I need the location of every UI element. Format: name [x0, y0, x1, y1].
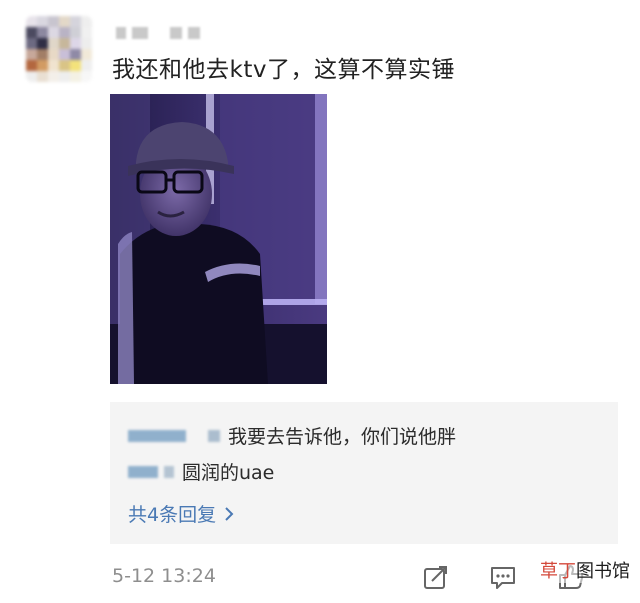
share-icon [424, 566, 447, 589]
more-replies-label: 共4条回复 [128, 504, 217, 526]
reply-author-redacted[interactable] [128, 429, 220, 442]
reply-author-redacted[interactable] [128, 465, 174, 478]
comment-icon [491, 567, 515, 589]
post-text: 我还和他去ktv了，这算不算实锤 [112, 57, 455, 83]
comment-button[interactable] [488, 562, 518, 592]
reply-text: 圆润的uae [182, 462, 275, 484]
username-redacted[interactable] [116, 26, 220, 40]
share-button[interactable] [421, 562, 451, 592]
post-timestamp: 5-12 13:24 [112, 565, 216, 587]
reply-text: 我要去告诉他，你们说他胖 [228, 426, 457, 448]
post-photo[interactable] [110, 94, 327, 384]
replies-panel: 我要去告诉他，你们说他胖 圆润的uae 共4条回复 [110, 402, 618, 544]
more-replies-link[interactable]: 共4条回复 [128, 500, 234, 527]
chevron-right-icon [225, 506, 234, 521]
watermark: 草丁图书馆 [540, 557, 630, 583]
watermark-accent: 草丁 [540, 561, 576, 582]
reply-item[interactable]: 圆润的uae [128, 458, 274, 485]
reply-item[interactable]: 我要去告诉他，你们说他胖 [128, 422, 456, 449]
avatar[interactable] [26, 16, 92, 82]
watermark-rest: 图书馆 [576, 561, 630, 582]
